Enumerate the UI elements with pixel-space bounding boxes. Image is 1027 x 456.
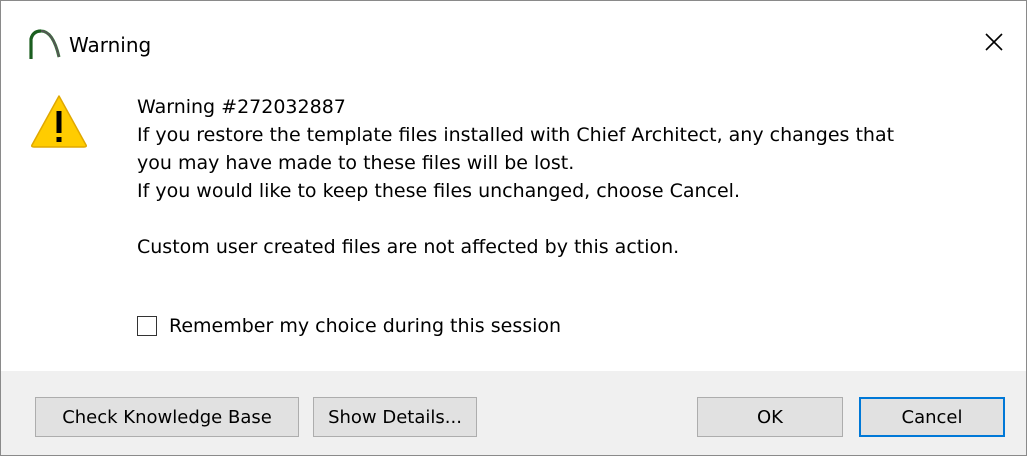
message-spacer	[137, 205, 997, 233]
warning-dialog: Warning Warning #272032887 If you restor…	[0, 0, 1027, 456]
dialog-content: Warning #272032887 If you restore the te…	[1, 81, 1026, 371]
warning-triangle-icon	[29, 93, 89, 149]
cancel-button[interactable]: Cancel	[859, 397, 1005, 437]
message-line: Custom user created files are not affect…	[137, 236, 680, 258]
window-title: Warning	[69, 33, 152, 57]
message-line: If you restore the template files instal…	[137, 124, 895, 146]
chief-architect-icon	[27, 27, 61, 61]
show-details-button[interactable]: Show Details...	[313, 397, 477, 437]
remember-choice-row[interactable]: Remember my choice during this session	[137, 315, 561, 337]
warning-message: Warning #272032887 If you restore the te…	[137, 93, 997, 261]
close-icon	[984, 32, 1004, 56]
message-line: you may have made to these files will be…	[137, 152, 575, 174]
close-button[interactable]	[974, 27, 1014, 61]
title-bar: Warning	[1, 1, 1026, 81]
ok-button[interactable]: OK	[697, 397, 843, 437]
warning-code: Warning #272032887	[137, 96, 346, 118]
check-knowledge-base-button[interactable]: Check Knowledge Base	[35, 397, 299, 437]
remember-choice-label[interactable]: Remember my choice during this session	[169, 315, 561, 337]
message-line: If you would like to keep these files un…	[137, 180, 740, 202]
remember-choice-checkbox[interactable]	[137, 316, 157, 336]
button-bar: Check Knowledge Base Show Details... OK …	[1, 371, 1026, 455]
